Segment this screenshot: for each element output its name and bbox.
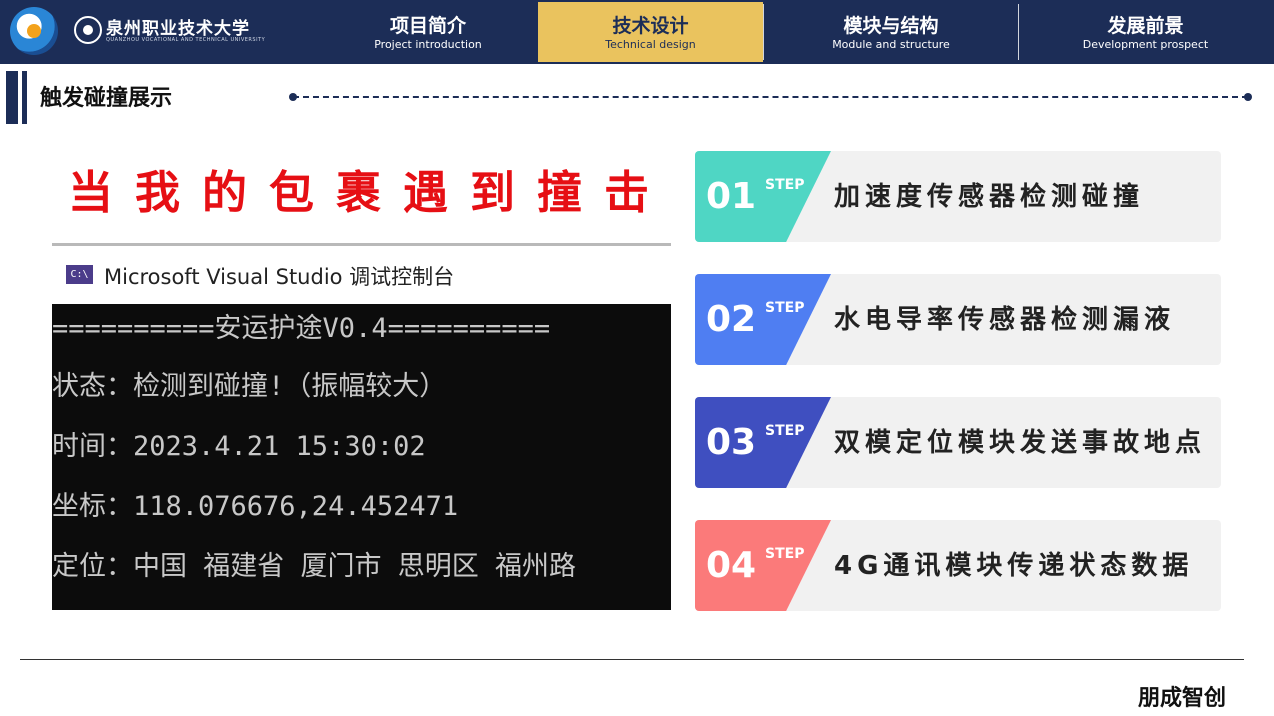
- nav-label-cn: 项目简介: [389, 15, 466, 37]
- collision-headline: 当我的包裹遇到撞击: [68, 166, 672, 219]
- step-label: STEP: [765, 177, 805, 193]
- nav-development-prospect[interactable]: 发展前景 Development prospect: [1019, 2, 1272, 62]
- step-description: 水电导率传感器检测漏液: [834, 305, 1176, 335]
- section-title: 触发碰撞展示: [40, 86, 173, 111]
- step-description: 4G通讯模块传递状态数据: [834, 551, 1194, 581]
- nav-label-en: Module and structure: [832, 38, 950, 51]
- console-line-header: ==========安运护途V0.4==========: [52, 313, 551, 344]
- console-line-coordinates: 坐标：118.076676,24.452471: [52, 491, 459, 522]
- section-marker-bar: [6, 71, 18, 124]
- step-number: 03: [706, 422, 757, 463]
- console-app-icon: C:\: [66, 265, 93, 284]
- line-dot-right: [1244, 93, 1252, 101]
- brand-name: 朋成智创: [1138, 686, 1227, 711]
- footer-divider: [20, 659, 1244, 660]
- console-line-time: 时间：2023.4.21 15:30:02: [52, 431, 426, 462]
- step-label: STEP: [765, 546, 805, 562]
- logo-accent-dot: [27, 24, 41, 38]
- console-line-status: 状态：检测到碰撞!（振幅较大）: [52, 371, 447, 402]
- university-en-name: QUANZHOU VOCATIONAL AND TECHNICAL UNIVER…: [106, 37, 266, 43]
- console-window-title: Microsoft Visual Studio 调试控制台: [104, 265, 455, 289]
- console-output: ==========安运护途V0.4========== 状态：检测到碰撞!（振…: [52, 304, 671, 610]
- step-description: 加速度传感器检测碰撞: [834, 182, 1145, 212]
- console-line-location: 定位：中国 福建省 厦门市 思明区 福州路: [52, 551, 577, 582]
- step-number: 04: [706, 545, 757, 586]
- nav-technical-design[interactable]: 技术设计 Technical design: [538, 2, 763, 62]
- university-name: 泉州职业技术大学: [106, 19, 250, 39]
- step-description: 双模定位模块发送事故地点: [834, 428, 1207, 458]
- nav-label-cn: 模块与结构: [843, 15, 939, 37]
- nav-module-and-structure[interactable]: 模块与结构 Module and structure: [764, 2, 1018, 62]
- section-marker-bar-thin: [22, 71, 27, 124]
- university-seal-icon: [74, 16, 102, 44]
- step-number: 02: [706, 299, 757, 340]
- nav-label-cn: 发展前景: [1107, 15, 1184, 37]
- nav-label-en: Project introduction: [374, 38, 482, 51]
- nav-project-introduction[interactable]: 项目简介 Project introduction: [320, 2, 536, 62]
- nav-label-en: Development prospect: [1082, 38, 1209, 51]
- step-label: STEP: [765, 300, 805, 316]
- step-number: 01: [706, 176, 757, 217]
- nav-label-cn: 技术设计: [612, 15, 689, 37]
- section-dashed-divider: [293, 96, 1248, 98]
- nav-label-en: Technical design: [605, 38, 696, 51]
- step-label: STEP: [765, 423, 805, 439]
